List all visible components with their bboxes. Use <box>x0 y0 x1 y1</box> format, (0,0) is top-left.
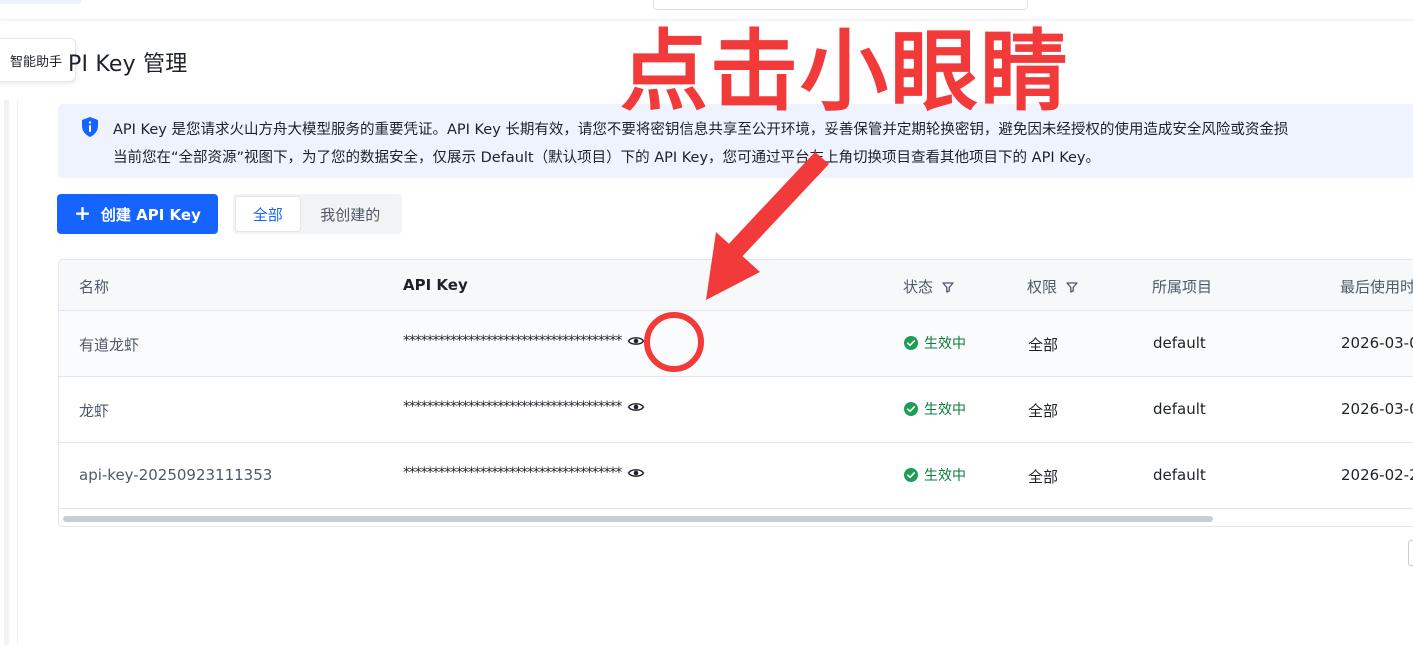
column-header-name: 名称 <box>79 276 109 297</box>
filter-all-tab[interactable]: 全部 <box>236 197 300 231</box>
masked-key-text: ************************************* <box>403 465 622 481</box>
project-value: default <box>1153 466 1206 484</box>
assistant-label: 智能助手 <box>9 54 62 70</box>
project-value: default <box>1153 334 1206 352</box>
check-circle-icon <box>904 336 918 350</box>
table-row: 有道龙虾 ***********************************… <box>59 311 1413 377</box>
filter-icon[interactable] <box>941 280 955 294</box>
masked-api-key: ************************************* <box>403 399 645 415</box>
plus-icon: + <box>74 201 91 225</box>
table-header: 名称 API Key 状态 权限 所属项目 最后使用时 <box>59 260 1413 311</box>
create-api-key-button[interactable]: + 创建 API Key <box>57 194 218 234</box>
column-project-label: 所属项目 <box>1152 278 1213 296</box>
api-key-table: 名称 API Key 状态 权限 所属项目 最后使用时 有道龙虾 *******… <box>58 259 1413 527</box>
filter-mine-tab[interactable]: 我创建的 <box>302 197 399 231</box>
filter-icon[interactable] <box>1065 280 1079 294</box>
eye-icon[interactable] <box>627 400 645 414</box>
notice-text-line-2: 当前您在“全部资源”视图下，为了您的数据安全，仅展示 Default（默认项目）… <box>113 150 1101 166</box>
masked-api-key: ************************************* <box>403 333 645 349</box>
create-api-key-label: 创建 API Key <box>100 205 201 224</box>
left-divider <box>17 100 18 645</box>
eye-icon[interactable] <box>627 466 645 480</box>
last-used-value: 2026-03-0 <box>1341 334 1413 352</box>
assistant-button[interactable]: 智能助手 <box>0 38 76 82</box>
pagination-edge[interactable] <box>1408 540 1413 566</box>
masked-key-text: ************************************* <box>403 333 622 349</box>
left-scroll-rail <box>4 100 9 645</box>
page-title: PI Key 管理 <box>68 52 188 77</box>
column-permission-label: 权限 <box>1027 278 1058 296</box>
column-status-label: 状态 <box>903 278 934 296</box>
permission-value: 全部 <box>1028 402 1059 420</box>
last-used-value: 2026-03-0 <box>1341 400 1413 418</box>
ownership-filter: 全部 我创建的 <box>233 194 402 234</box>
key-name: 有道龙虾 <box>79 336 140 354</box>
status-text: 生效中 <box>924 402 966 418</box>
column-last-used-label: 最后使用时 <box>1340 278 1413 296</box>
masked-api-key: ************************************* <box>403 465 645 481</box>
status-text: 生效中 <box>924 336 966 352</box>
column-header-api-key: API Key <box>403 276 468 294</box>
key-name: api-key-20250923111353 <box>79 466 273 484</box>
column-header-permission: 权限 <box>1027 276 1079 297</box>
permission-value: 全部 <box>1028 336 1059 354</box>
status-badge: 生效中 <box>904 333 966 353</box>
column-name-label: 名称 <box>79 278 110 296</box>
top-tab-fragment[interactable] <box>0 0 82 4</box>
status-badge: 生效中 <box>904 399 966 419</box>
column-header-project: 所属项目 <box>1152 276 1212 297</box>
top-bar <box>0 0 1413 20</box>
column-header-status: 状态 <box>903 276 955 297</box>
column-api-key-label: API Key <box>403 276 468 294</box>
project-value: default <box>1153 400 1206 418</box>
table-row: api-key-20250923111353 *****************… <box>59 443 1413 509</box>
shield-info-icon <box>82 117 98 137</box>
horizontal-scrollbar[interactable] <box>63 516 1213 522</box>
eye-icon[interactable] <box>627 334 645 348</box>
status-badge: 生效中 <box>904 465 966 485</box>
top-search-input[interactable] <box>653 0 1028 10</box>
key-name: 龙虾 <box>79 402 110 420</box>
table-row: 龙虾 *************************************… <box>59 377 1413 443</box>
check-circle-icon <box>904 402 918 416</box>
last-used-value: 2026-02-2 <box>1341 466 1413 484</box>
annotation-text: 点击小眼睛 <box>620 20 1071 123</box>
status-text: 生效中 <box>924 468 966 484</box>
masked-key-text: ************************************* <box>403 399 622 415</box>
column-header-last-used: 最后使用时 <box>1340 276 1413 297</box>
permission-value: 全部 <box>1028 468 1059 486</box>
check-circle-icon <box>904 468 918 482</box>
